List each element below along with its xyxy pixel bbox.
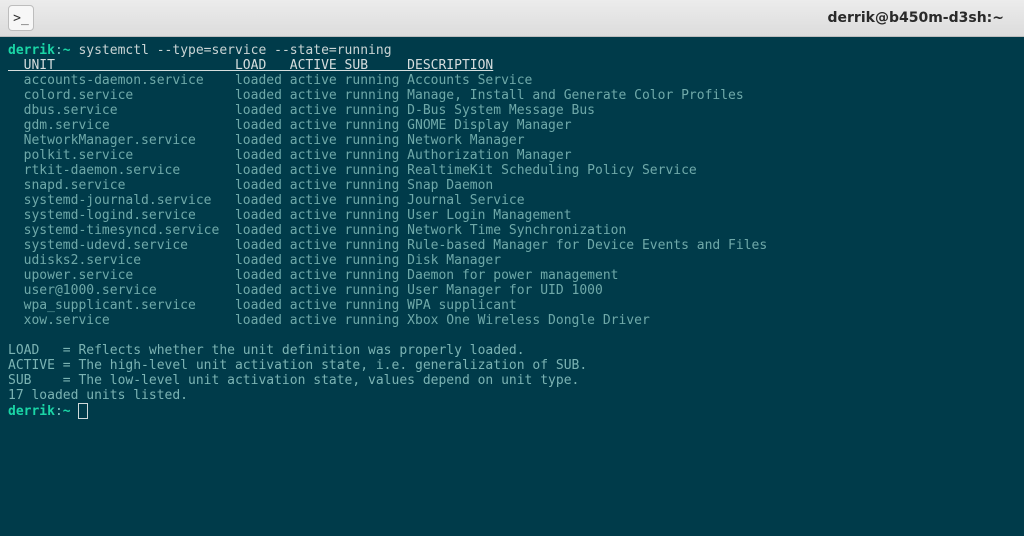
legend-sub: SUB = The low-level unit activation stat… (8, 373, 579, 388)
legend-load: LOAD = Reflects whether the unit definit… (8, 343, 525, 358)
prompt-sep: : (55, 43, 63, 58)
command-text: systemctl --type=service --state=running (78, 43, 391, 58)
legend-summary: 17 loaded units listed. (8, 388, 188, 403)
prompt-path-2: ~ (63, 404, 71, 419)
prompt-user-2: derrik (8, 404, 55, 419)
terminal-app-icon[interactable]: >_ (8, 5, 34, 31)
cursor (78, 403, 88, 419)
header-row: UNIT LOAD ACTIVE SUB DESCRIPTION (8, 58, 493, 73)
titlebar: >_ derrik@b450m-d3sh:~ (0, 0, 1024, 37)
prompt-line-1: derrik:~ systemctl --type=service --stat… (8, 43, 392, 58)
terminal-window: >_ derrik@b450m-d3sh:~ derrik:~ systemct… (0, 0, 1024, 536)
prompt-sep-2: : (55, 404, 63, 419)
prompt-line-2: derrik:~ (8, 404, 88, 419)
terminal-body[interactable]: derrik:~ systemctl --type=service --stat… (0, 37, 1024, 536)
service-rows: accounts-daemon.service loaded active ru… (8, 73, 767, 328)
prompt-path: ~ (63, 43, 71, 58)
terminal-icon: >_ (13, 11, 29, 26)
legend-active: ACTIVE = The high-level unit activation … (8, 358, 587, 373)
prompt-user: derrik (8, 43, 55, 58)
window-title: derrik@b450m-d3sh:~ (40, 10, 1016, 26)
